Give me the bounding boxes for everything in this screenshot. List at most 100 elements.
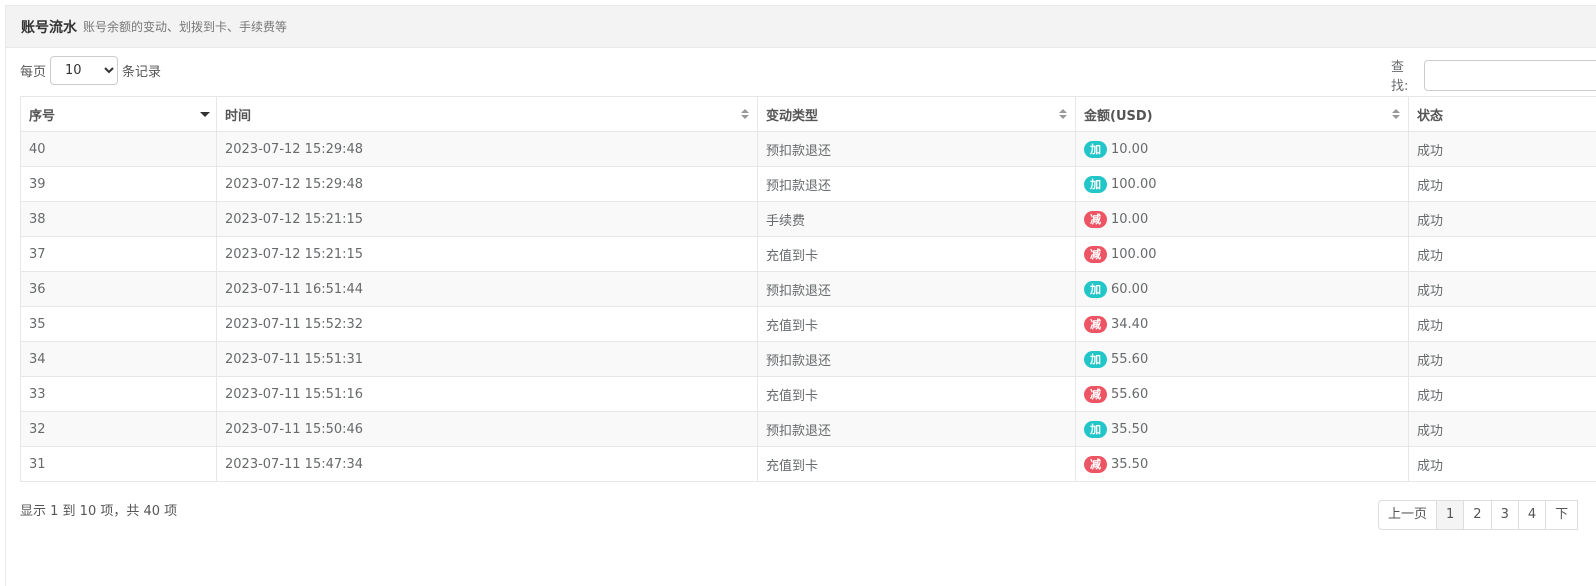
amount-value: 35.50 bbox=[1111, 457, 1148, 472]
debit-badge: 减 bbox=[1084, 316, 1107, 333]
page-button-3[interactable]: 3 bbox=[1491, 500, 1519, 530]
cell-time: 2023-07-11 15:47:34 bbox=[217, 447, 758, 482]
cell-amount: 加 10.00 bbox=[1076, 132, 1409, 167]
column-header-amount[interactable]: 金额(USD) bbox=[1076, 97, 1409, 132]
cell-type: 预扣款退还 bbox=[758, 272, 1076, 307]
next-page-button[interactable]: 下 bbox=[1545, 500, 1578, 530]
table-row: 312023-07-11 15:47:34充值到卡减 35.50 成功 bbox=[21, 447, 1596, 482]
cell-time: 2023-07-12 15:21:15 bbox=[217, 237, 758, 272]
cell-time: 2023-07-11 15:51:31 bbox=[217, 342, 758, 377]
amount-value: 35.50 bbox=[1111, 422, 1148, 437]
cell-id: 31 bbox=[21, 447, 217, 482]
table-row: 362023-07-11 16:51:44预扣款退还加 60.00 成功 bbox=[21, 272, 1596, 307]
amount-value: 100.00 bbox=[1111, 247, 1157, 262]
sort-desc-icon bbox=[200, 109, 208, 119]
table-row: 322023-07-11 15:50:46预扣款退还加35.50成功 bbox=[21, 412, 1596, 447]
amount-value: 100.00 bbox=[1111, 177, 1157, 192]
cell-id: 36 bbox=[21, 272, 217, 307]
table-toolbar: 每页 10 条记录 查找: bbox=[20, 56, 1596, 86]
cell-time: 2023-07-11 15:51:16 bbox=[217, 377, 758, 412]
table-row: 392023-07-12 15:29:48预扣款退还加 100.00 成功 bbox=[21, 167, 1596, 202]
table-info: 显示 1 到 10 项，共 40 项 bbox=[20, 500, 177, 519]
sort-both-icon bbox=[741, 109, 749, 119]
credit-badge: 加 bbox=[1084, 281, 1107, 298]
cell-time: 2023-07-11 16:51:44 bbox=[217, 272, 758, 307]
cell-id: 40 bbox=[21, 132, 217, 167]
cell-type: 充值到卡 bbox=[758, 307, 1076, 342]
cell-amount: 加 60.00 bbox=[1076, 272, 1409, 307]
cell-status: 成功 bbox=[1409, 377, 1596, 412]
table-header-row: 序号 时间 变动类型 金额(USD) 状态 bbox=[21, 97, 1596, 132]
search-label: 查找: bbox=[1391, 56, 1420, 94]
page-length-suffix: 条记录 bbox=[122, 61, 161, 80]
cell-time: 2023-07-12 15:21:15 bbox=[217, 202, 758, 237]
column-header-id[interactable]: 序号 bbox=[21, 97, 217, 132]
cell-amount: 减 10.00 bbox=[1076, 202, 1409, 237]
cell-amount: 加 100.00 bbox=[1076, 167, 1409, 202]
column-header-status[interactable]: 状态 bbox=[1409, 97, 1596, 132]
search-control: 查找: bbox=[1391, 56, 1596, 94]
table-row: 352023-07-11 15:52:32充值到卡减34.40成功 bbox=[21, 307, 1596, 342]
amount-value: 55.60 bbox=[1111, 387, 1148, 402]
debit-badge: 减 bbox=[1084, 386, 1107, 403]
table-row: 342023-07-11 15:51:31预扣款退还加55.60成功 bbox=[21, 342, 1596, 377]
cell-type: 预扣款退还 bbox=[758, 132, 1076, 167]
cell-time: 2023-07-11 15:50:46 bbox=[217, 412, 758, 447]
column-header-time[interactable]: 时间 bbox=[217, 97, 758, 132]
cell-type: 预扣款退还 bbox=[758, 412, 1076, 447]
page-length-control: 每页 10 条记录 bbox=[20, 56, 1596, 85]
cell-status: 成功 bbox=[1409, 412, 1596, 447]
pagination: 上一页 1 2 3 4 下 bbox=[1378, 500, 1578, 530]
cell-type: 充值到卡 bbox=[758, 447, 1076, 482]
cell-id: 32 bbox=[21, 412, 217, 447]
column-header-type[interactable]: 变动类型 bbox=[758, 97, 1076, 132]
table-row: 402023-07-12 15:29:48预扣款退还加10.00成功 bbox=[21, 132, 1596, 167]
debit-badge: 减 bbox=[1084, 211, 1107, 228]
credit-badge: 加 bbox=[1084, 176, 1107, 193]
page-length-prefix: 每页 bbox=[20, 61, 46, 80]
cell-amount: 减 34.40 bbox=[1076, 307, 1409, 342]
cell-id: 33 bbox=[21, 377, 217, 412]
page-button-2[interactable]: 2 bbox=[1463, 500, 1491, 530]
cell-status: 成功 bbox=[1409, 237, 1596, 272]
cell-status: 成功 bbox=[1409, 272, 1596, 307]
amount-value: 34.40 bbox=[1111, 317, 1148, 332]
cell-status: 成功 bbox=[1409, 447, 1596, 482]
cell-type: 预扣款退还 bbox=[758, 342, 1076, 377]
credit-badge: 加 bbox=[1084, 141, 1107, 158]
cell-id: 37 bbox=[21, 237, 217, 272]
cell-id: 39 bbox=[21, 167, 217, 202]
cell-type: 充值到卡 bbox=[758, 237, 1076, 272]
cell-time: 2023-07-12 15:29:48 bbox=[217, 167, 758, 202]
amount-value: 60.00 bbox=[1111, 282, 1148, 297]
cell-amount: 加35.50 bbox=[1076, 412, 1409, 447]
debit-badge: 减 bbox=[1084, 246, 1107, 263]
cell-amount: 减 35.50 bbox=[1076, 447, 1409, 482]
page-button-1[interactable]: 1 bbox=[1436, 500, 1464, 530]
cell-status: 成功 bbox=[1409, 132, 1596, 167]
cell-amount: 加55.60 bbox=[1076, 342, 1409, 377]
credit-badge: 加 bbox=[1084, 351, 1107, 368]
cell-amount: 减 55.60 bbox=[1076, 377, 1409, 412]
cell-status: 成功 bbox=[1409, 202, 1596, 237]
search-input[interactable] bbox=[1424, 60, 1596, 91]
amount-value: 10.00 bbox=[1111, 212, 1148, 227]
page-subtitle: 账号余额的变动、划拨到卡、手续费等 bbox=[83, 18, 287, 35]
table-row: 372023-07-12 15:21:15充值到卡减 100.00 成功 bbox=[21, 237, 1596, 272]
sort-both-icon bbox=[1059, 109, 1067, 119]
amount-value: 10.00 bbox=[1111, 142, 1148, 157]
page-length-select[interactable]: 10 bbox=[50, 56, 118, 85]
cell-id: 35 bbox=[21, 307, 217, 342]
transactions-table: 序号 时间 变动类型 金额(USD) 状态 402023-07-12 15:29… bbox=[20, 96, 1596, 482]
cell-type: 预扣款退还 bbox=[758, 167, 1076, 202]
cell-type: 手续费 bbox=[758, 202, 1076, 237]
prev-page-button[interactable]: 上一页 bbox=[1378, 500, 1437, 530]
panel-header: 账号流水 账号余额的变动、划拨到卡、手续费等 bbox=[6, 6, 1596, 48]
cell-status: 成功 bbox=[1409, 342, 1596, 377]
cell-status: 成功 bbox=[1409, 167, 1596, 202]
cell-id: 34 bbox=[21, 342, 217, 377]
page-button-4[interactable]: 4 bbox=[1518, 500, 1546, 530]
sort-both-icon bbox=[1392, 109, 1400, 119]
debit-badge: 减 bbox=[1084, 456, 1107, 473]
cell-id: 38 bbox=[21, 202, 217, 237]
